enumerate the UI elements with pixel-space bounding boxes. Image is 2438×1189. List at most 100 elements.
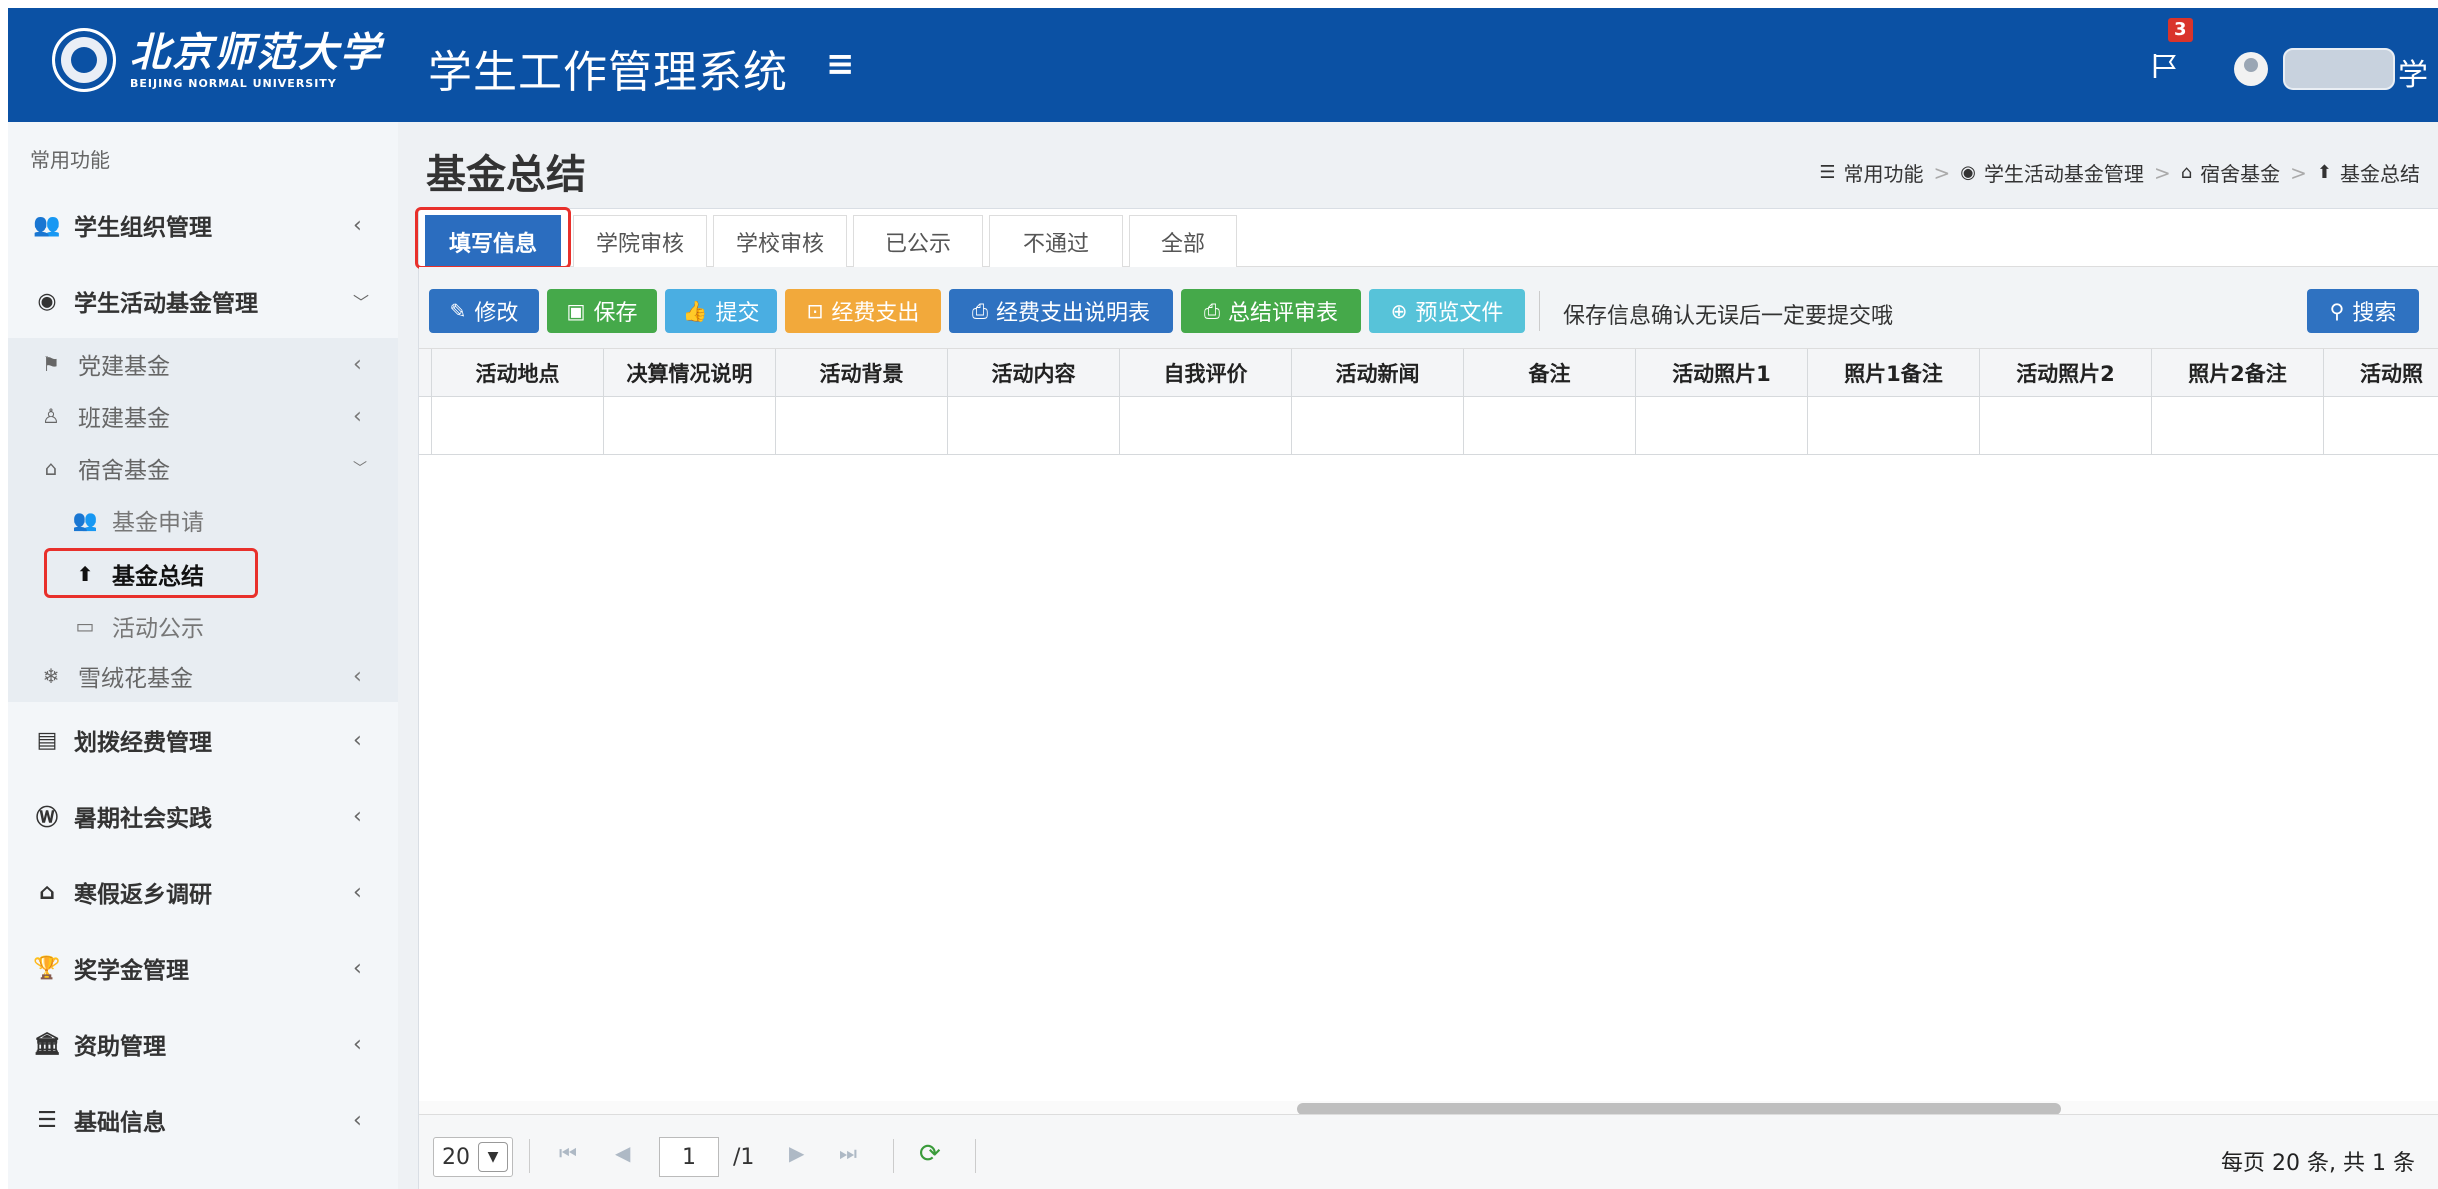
avatar[interactable] (2234, 52, 2268, 86)
tab-college-review[interactable]: 学院审核 (573, 215, 707, 267)
sidebar-item-class-fund[interactable]: ♙ 班建基金 ‹ (8, 392, 398, 440)
tab-rejected[interactable]: 不通过 (989, 215, 1123, 267)
scrollbar-thumb[interactable] (1297, 1103, 2061, 1114)
column-header[interactable]: 备注 (1463, 349, 1635, 397)
column-header[interactable]: 照片2备注 (2151, 349, 2323, 397)
expense-button[interactable]: ⊡ 经费支出 (785, 289, 941, 333)
column-header[interactable]: 活动背景 (775, 349, 947, 397)
column-header[interactable]: 活动照 (2323, 349, 2438, 397)
table-cell[interactable] (1807, 397, 1979, 455)
page-size-select[interactable]: 20 ▼ (433, 1137, 513, 1177)
compass-icon: ◉ (1960, 162, 1976, 183)
compass-icon: ◉ (37, 288, 57, 314)
breadcrumb-item[interactable]: 常用功能 (1843, 158, 1923, 187)
active-item-highlight (44, 548, 258, 598)
table-cell[interactable] (947, 397, 1119, 455)
submit-button[interactable]: 👍 提交 (665, 289, 777, 333)
username-text[interactable]: 学 (2398, 50, 2428, 94)
sidebar-item-summer-practice[interactable]: Ⓦ 暑期社会实践 ‹ (8, 786, 398, 846)
thumbs-up-icon: 👍 (682, 299, 708, 323)
menu-toggle-icon[interactable]: ≡ (826, 44, 855, 84)
sidebar-item-activity-publicity[interactable]: ▭ 活动公示 (8, 602, 398, 650)
sidebar-item-dorm-fund[interactable]: ⌂ 宿舍基金 ﹀ (8, 444, 398, 492)
chevron-left-icon: ‹ (353, 1107, 362, 1133)
sidebar-item-scholarship[interactable]: 🏆 奖学金管理 ‹ (8, 938, 398, 998)
username-blurred (2283, 48, 2395, 90)
upload-icon: ⬆ (2316, 162, 2332, 183)
column-header[interactable]: 活动照片1 (1635, 349, 1807, 397)
table-row[interactable] (419, 397, 2438, 455)
flag-icon[interactable] (2150, 50, 2180, 80)
column-header[interactable]: 活动新闻 (1291, 349, 1463, 397)
table-cell[interactable] (603, 397, 775, 455)
chevron-left-icon: ‹ (353, 403, 362, 429)
table-cell[interactable] (2323, 397, 2438, 455)
chevron-left-icon: ‹ (353, 727, 362, 753)
next-page-icon[interactable]: ▶ (789, 1141, 804, 1165)
horizontal-scrollbar[interactable] (419, 1101, 2438, 1114)
save-button[interactable]: ▣ 保存 (547, 289, 657, 333)
table-cell[interactable] (431, 397, 603, 455)
sidebar-item-basic-info[interactable]: ☰ 基础信息 ‹ (8, 1090, 398, 1150)
list-icon: ☰ (1819, 162, 1836, 183)
edit-icon: ✎ (449, 299, 467, 323)
table-cell[interactable] (1635, 397, 1807, 455)
top-navbar: 北京师范大学 BEIJING NORMAL UNIVERSITY 学生工作管理系… (8, 8, 2438, 122)
table-cell[interactable] (1463, 397, 1635, 455)
table-cell[interactable] (2151, 397, 2323, 455)
column-header[interactable]: 活动地点 (431, 349, 603, 397)
toolbar: ✎ 修改 ▣ 保存 👍 提交 ⊡ 经费支出 ⎙ 经费支出说明表 ⎙ 总结评审表 ⊕ 预览文件 … (419, 267, 2438, 349)
sidebar-item-winter-research[interactable]: ⌂ 寒假返乡调研 ‹ (8, 862, 398, 922)
submit-reminder-text: 保存信息确认无误后一定要提交哦 (1563, 304, 1894, 329)
first-page-icon[interactable]: ⏮ (559, 1141, 577, 1165)
tab-school-review[interactable]: 学校审核 (713, 215, 847, 267)
column-header[interactable]: 活动内容 (947, 349, 1119, 397)
chevron-down-icon: ﹀ (353, 461, 367, 477)
edit-button[interactable]: ✎ 修改 (429, 289, 539, 333)
breadcrumb-item[interactable]: 学生活动基金管理 (1984, 158, 2144, 187)
review-sheet-button[interactable]: ⎙ 总结评审表 (1181, 289, 1361, 333)
sidebar-item-allocation[interactable]: ▤ 划拨经费管理 ‹ (8, 710, 398, 770)
column-header[interactable]: 决算情况说明 (603, 349, 775, 397)
breadcrumb-item[interactable]: 宿舍基金 (2200, 158, 2280, 187)
table-cell[interactable] (1979, 397, 2151, 455)
flag-icon: ⚑ (42, 352, 60, 376)
content-panel: 填写信息 学院审核 学校审核 已公示 不通过 全部 ✎ 修改 ▣ 保存 👍 提交 ⊡ 经… (415, 207, 2438, 1189)
sidebar-item-party-fund[interactable]: ⚑ 党建基金 ‹ (8, 340, 398, 388)
desktop-icon: ▭ (75, 614, 95, 638)
sidebar-item-activity-fund[interactable]: ◉ 学生活动基金管理 ﹀ (8, 271, 398, 331)
preview-file-button[interactable]: ⊕ 预览文件 (1369, 289, 1525, 333)
column-header[interactable]: 活动照片2 (1979, 349, 2151, 397)
university-seal-icon (52, 28, 116, 92)
column-header[interactable]: 照片1备注 (1807, 349, 1979, 397)
notification-badge: 3 (2168, 18, 2193, 42)
sidebar-item-student-org[interactable]: 👥 学生组织管理 ‹ (8, 195, 398, 255)
chevron-left-icon: ‹ (353, 1031, 362, 1057)
search-button[interactable]: ⚲ 搜索 (2307, 289, 2419, 333)
sidebar-section-label: 常用功能 (30, 148, 110, 172)
table-cell[interactable] (1291, 397, 1463, 455)
tab-published[interactable]: 已公示 (853, 215, 983, 267)
page-info-text: 每页 20 条, 共 1 条 (2221, 1151, 2415, 1176)
prev-page-icon[interactable]: ◀ (615, 1141, 630, 1165)
page-number-input[interactable]: 1 (659, 1137, 719, 1177)
refresh-icon[interactable]: ⟳ (919, 1139, 941, 1169)
sidebar-item-edelweiss-fund[interactable]: ❄ 雪绒花基金 ‹ (8, 652, 398, 700)
last-page-icon[interactable]: ⏭ (839, 1141, 857, 1165)
sidebar-item-fund-application[interactable]: 👥 基金申请 (8, 496, 398, 544)
chevron-down-icon: ﹀ (353, 293, 370, 312)
main-content: 基金总结 ☰ 常用功能 > ◉ 学生活动基金管理 > ⌂ 宿舍基金 > ⬆ 基金… (398, 122, 2438, 1189)
home-icon: ⌂ (39, 879, 55, 905)
table-cell[interactable] (775, 397, 947, 455)
page-total: /1 (733, 1145, 755, 1170)
chevron-left-icon: ‹ (353, 351, 362, 377)
expense-sheet-button[interactable]: ⎙ 经费支出说明表 (949, 289, 1173, 333)
table-cell[interactable] (1119, 397, 1291, 455)
column-header[interactable]: 自我评价 (1119, 349, 1291, 397)
tab-all[interactable]: 全部 (1129, 215, 1237, 267)
zoom-in-icon: ⊕ (1390, 299, 1408, 323)
sidebar-item-financial-aid[interactable]: 🏛 资助管理 ‹ (8, 1014, 398, 1074)
university-logo[interactable]: 北京师范大学 BEIJING NORMAL UNIVERSITY (52, 28, 382, 92)
pagination-bar: 20 ▼ ⏮ ◀ 1 /1 ▶ ⏭ ⟳ 每页 20 条, 共 1 条 (419, 1114, 2438, 1189)
breadcrumb-item: 基金总结 (2340, 162, 2420, 186)
